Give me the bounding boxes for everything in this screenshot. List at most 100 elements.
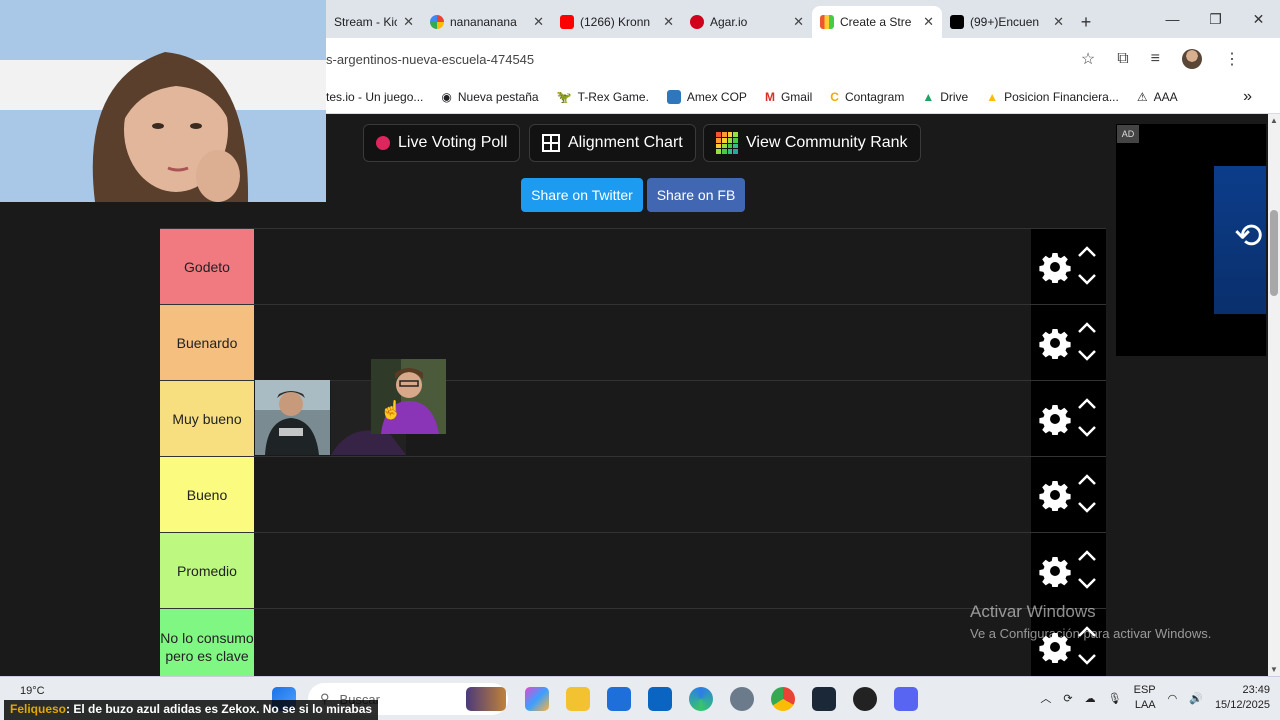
scrollbar-thumb[interactable] [1270, 210, 1278, 296]
share-facebook-button[interactable]: Share on FB [647, 178, 745, 212]
chevron-down-icon[interactable] [1077, 653, 1097, 667]
tier-item-image[interactable] [255, 380, 330, 455]
chrome-icon[interactable] [771, 687, 795, 711]
profile-avatar[interactable] [1182, 49, 1202, 69]
tab-tiktok[interactable]: (99+)Encuen ✕ [942, 6, 1072, 38]
tier-controls [1031, 229, 1106, 304]
bookmark-item[interactable]: ▲ Posicion Financiera... [986, 90, 1119, 104]
tier-label[interactable]: Promedio [160, 533, 254, 608]
chevron-up-icon[interactable] [1077, 396, 1097, 410]
bookmark-item[interactable]: M Gmail [765, 90, 812, 104]
gear-icon[interactable] [1039, 555, 1071, 589]
drive-icon: ▲ [922, 89, 935, 104]
edge-icon[interactable] [689, 687, 713, 711]
wifi-icon[interactable]: ◠ [1168, 692, 1178, 705]
close-icon[interactable]: ✕ [663, 14, 674, 30]
bookmark-item[interactable]: 🦖 T-Rex Game. [557, 90, 649, 104]
tab-agar[interactable]: Agar.io ✕ [682, 6, 812, 38]
volume-icon[interactable]: 🔊 [1189, 692, 1203, 705]
chevron-down-icon[interactable] [1077, 273, 1097, 287]
live-voting-poll-button[interactable]: Live Voting Poll [363, 124, 521, 162]
tab-label: nanananana [450, 15, 517, 29]
close-icon[interactable]: ✕ [403, 14, 414, 30]
tier-dropzone[interactable] [254, 609, 1031, 684]
steam-icon[interactable] [812, 687, 836, 711]
bookmark-label: Drive [940, 89, 969, 104]
store-icon[interactable] [607, 687, 631, 711]
chevron-up-icon[interactable] [1077, 320, 1097, 334]
chevron-up-icon[interactable] [1077, 548, 1097, 562]
chevron-down-icon[interactable] [1077, 425, 1097, 439]
alignment-chart-button[interactable]: Alignment Chart [529, 124, 696, 162]
close-icon[interactable]: ✕ [533, 14, 544, 30]
view-community-rank-button[interactable]: View Community Rank [703, 124, 921, 162]
chevron-up-icon[interactable]: ︿ [1040, 690, 1051, 706]
close-window-icon[interactable]: ✕ [1237, 0, 1280, 38]
outlook-icon[interactable] [648, 687, 672, 711]
close-icon[interactable]: ✕ [1053, 14, 1064, 30]
microphone-icon[interactable]: 🎙 [1108, 692, 1122, 705]
weather-widget[interactable]: 19°C [20, 685, 45, 697]
tab-kick[interactable]: Stream - Kic ✕ [326, 6, 422, 38]
chevron-up-icon[interactable] [1077, 244, 1097, 258]
close-icon[interactable]: ✕ [793, 14, 804, 30]
scroll-down-icon[interactable]: ▼ [1270, 665, 1278, 674]
chevron-right-icon[interactable]: » [1243, 88, 1252, 106]
gear-icon[interactable] [1039, 251, 1071, 285]
bookmark-item[interactable]: ⚠ AAA [1137, 90, 1178, 104]
tier-dropzone[interactable] [254, 229, 1031, 304]
tier-label[interactable]: No lo consumo pero es clave [160, 609, 254, 684]
bookmark-star-icon[interactable]: ☆ [1081, 49, 1095, 69]
globe-icon: ◉ [441, 89, 452, 104]
vertical-scrollbar[interactable]: ▲ ▼ [1268, 114, 1280, 676]
share-twitter-button[interactable]: Share on Twitter [521, 178, 643, 212]
bookmark-item[interactable]: ◉ Nueva pestaña [441, 90, 538, 104]
scroll-up-icon[interactable]: ▲ [1270, 116, 1278, 125]
discord-icon[interactable] [894, 687, 918, 711]
tab-create-stream[interactable]: Create a Stre ✕ [812, 6, 942, 38]
bookmark-item[interactable]: ▲ Drive [922, 90, 968, 104]
obs-icon[interactable] [853, 687, 877, 711]
agar-icon [690, 15, 704, 29]
chevron-down-icon[interactable] [1077, 501, 1097, 515]
chevron-down-icon[interactable] [1077, 349, 1097, 363]
extensions-icon[interactable]: ⧉ [1117, 50, 1128, 68]
file-explorer-icon[interactable] [566, 687, 590, 711]
tier-dropzone[interactable] [254, 533, 1031, 608]
minimize-icon[interactable]: — [1151, 0, 1194, 38]
tier-item-image-dragging[interactable] [371, 359, 446, 434]
tier-label[interactable]: Bueno [160, 457, 254, 532]
copilot-icon[interactable] [525, 687, 549, 711]
gear-icon[interactable] [1039, 479, 1071, 513]
cloud-icon[interactable]: ☁ [1085, 692, 1096, 705]
new-tab-button[interactable]: + [1072, 6, 1100, 38]
tier-row: Godeto [160, 228, 1106, 304]
tier-label[interactable]: Muy bueno [160, 381, 254, 456]
gear-icon[interactable] [1039, 327, 1071, 361]
bookmark-item[interactable]: tes.io - Un juego... [326, 90, 423, 104]
chevron-down-icon[interactable] [1077, 577, 1097, 591]
close-icon[interactable]: ✕ [923, 14, 934, 30]
menu-icon[interactable]: ⋮ [1224, 49, 1240, 69]
settings-icon[interactable] [730, 687, 754, 711]
url-field[interactable]: s-argentinos-nueva-escuela-474545 [326, 52, 1081, 67]
chevron-up-icon[interactable] [1077, 472, 1097, 486]
ad-panel[interactable]: AD ⟲ [1116, 124, 1266, 356]
tab-youtube[interactable]: (1266) Kronn ✕ [552, 6, 682, 38]
button-label: Alignment Chart [568, 134, 683, 151]
tier-row: Buenardo [160, 304, 1106, 380]
tier-dropzone[interactable] [254, 457, 1031, 532]
bookmark-item[interactable]: Amex COP [666, 89, 747, 104]
bookmark-item[interactable]: C Contagram [830, 90, 904, 104]
language-indicator[interactable]: ESP LAA [1134, 683, 1156, 713]
clock[interactable]: 23:49 15/12/2025 [1215, 683, 1270, 713]
restore-icon[interactable]: ❐ [1194, 0, 1237, 38]
tier-label[interactable]: Godeto [160, 229, 254, 304]
tier-controls [1031, 305, 1106, 380]
widget-image-icon[interactable] [466, 687, 506, 711]
tier-label[interactable]: Buenardo [160, 305, 254, 380]
media-icon[interactable]: ≡ [1151, 50, 1160, 68]
gear-icon[interactable] [1039, 403, 1071, 437]
tab-google[interactable]: nanananana ✕ [422, 6, 552, 38]
sync-icon[interactable]: ⟳ [1063, 692, 1072, 705]
